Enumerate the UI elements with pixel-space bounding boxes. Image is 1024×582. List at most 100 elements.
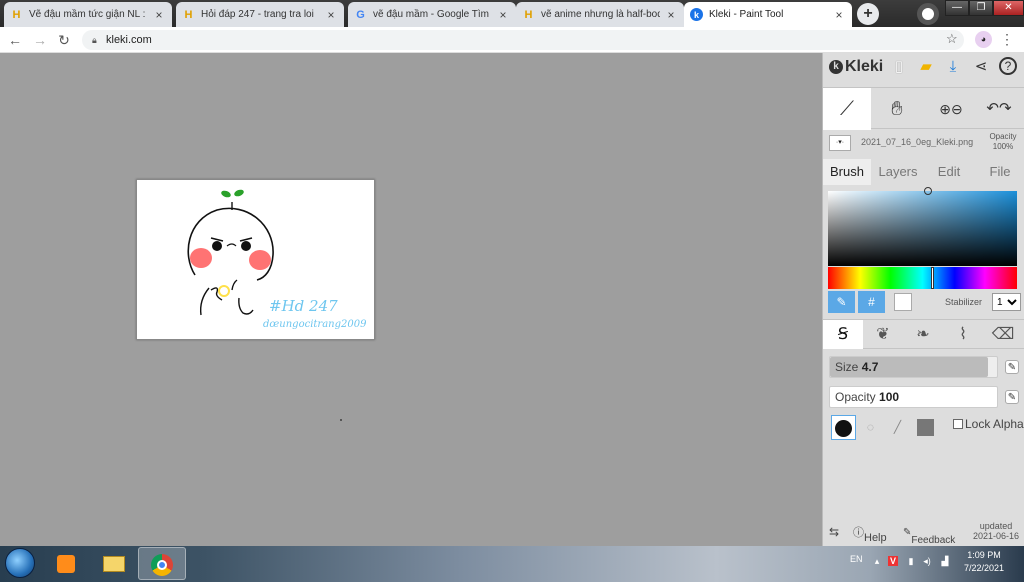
opacity-slider-label: Opacity 100 [835,390,899,404]
clock-time: 1:09 PM [967,550,1001,560]
close-icon[interactable]: × [664,8,678,22]
swap-side-icon[interactable]: ⇆ [829,525,839,539]
language-indicator[interactable]: EN [850,554,863,564]
hand-tool-icon[interactable]: ✋︎ [873,88,921,130]
close-icon[interactable]: × [152,8,166,22]
hue-slider-handle[interactable] [931,267,934,289]
start-button[interactable] [5,548,35,578]
lock-icon[interactable]: 🔒︎ [92,32,97,48]
opacity-value: 100% [992,142,1014,151]
close-icon[interactable]: × [324,8,338,22]
canvas-workspace[interactable]: #Hd 247 dœungocitrang2009 [0,53,822,546]
lock-alpha-checkbox[interactable] [953,419,963,429]
tab-title: Vẽ đậu mầm tức giận NL : Trí t [29,9,148,20]
size-label-text: Size [835,360,859,374]
file-explorer-icon[interactable] [90,547,138,580]
reload-button[interactable]: ↻ [55,31,73,49]
url-input[interactable]: kleki.com [82,30,964,50]
opacity-slider[interactable]: Opacity 100 [829,386,998,408]
new-file-icon[interactable]: ▯ [889,57,909,77]
secondary-color-swatch[interactable] [894,293,912,311]
eyedropper-icon[interactable]: ✎ [828,291,855,313]
blend-brush-icon[interactable]: ❦ [863,320,903,349]
browser-tab[interactable]: H Vẽ đậu mầm tức giận NL : Trí t × [4,2,172,27]
tool-row: ⟋ ✋︎ ⊕⊖ ↶↷ [823,87,1024,130]
help-link-text: Help [864,532,887,544]
hoidap-icon: H [184,8,193,21]
hue-slider[interactable] [828,267,1017,289]
brush-tool-icon[interactable]: ⟋ [823,88,871,130]
browser-tab-strip: H Vẽ đậu mầm tức giận NL : Trí t × H Hỏi… [0,0,1024,27]
drawing-canvas[interactable]: #Hd 247 dœungocitrang2009 [136,179,375,340]
sketchy-brush-icon[interactable]: ❧ [903,320,943,349]
maximize-button[interactable]: ❐ [969,0,993,16]
browser-tab[interactable]: H Hỏi đáp 247 - trang tra loi × [176,2,344,27]
volume-icon[interactable]: ◂) [922,556,932,566]
smooth-brush-icon[interactable]: ⌇ [943,320,983,349]
hex-input-button[interactable]: # [858,291,885,313]
open-folder-icon[interactable]: ▰ [916,57,936,77]
soft-shape-icon[interactable]: ◌ [858,415,883,440]
help-icon[interactable]: ? [999,57,1017,75]
close-icon[interactable]: × [832,8,846,22]
antivirus-icon[interactable]: V [888,556,898,566]
forward-button[interactable]: → [31,31,49,49]
back-button[interactable]: ← [6,31,24,49]
chalk-shape-icon[interactable]: ╱ [885,415,910,440]
pen-brush-icon[interactable]: Ꞩ [823,320,863,349]
browser-tab[interactable]: G vẽ đậu mầm - Google Tìm kiế × [348,2,516,27]
tab-title: Hỏi đáp 247 - trang tra loi [201,9,314,20]
show-hidden-icons[interactable]: ▴ [872,556,882,566]
opacity-slider-value: 100 [879,390,900,404]
system-tray: EN ▴ V ▮ ◂) ▟ 1:09 PM 7/22/2021 [846,546,1024,582]
new-tab-button[interactable]: + [857,3,879,25]
kleki-side-panel: k Kleki ▯ ▰ ⤓ ⋖ ? ⟋ ✋︎ ⊕⊖ ↶↷ ·▾· 2021_07… [822,53,1024,546]
file-name: 2021_07_16_0eg_Kleki.png [861,137,974,147]
bookmark-star-icon[interactable]: ☆ [946,31,958,47]
minimize-button[interactable]: — [945,0,969,16]
eraser-icon[interactable]: ⌫ [983,320,1023,349]
opacity-pressure-icon[interactable]: ✎ [1005,390,1019,404]
tab-edit[interactable]: Edit [924,159,974,185]
browser-tab[interactable]: H vẽ anime nhưng là half-body t × [516,2,684,27]
opacity-label: Opacity [989,132,1017,141]
battery-icon[interactable]: ▮ [906,556,916,566]
hoidap-icon: H [12,8,21,21]
windows-taskbar: EN ▴ V ▮ ◂) ▟ 1:09 PM 7/22/2021 [0,546,1024,582]
clock[interactable]: 1:09 PM 7/22/2021 [964,549,1004,575]
tab-layers[interactable]: Layers [873,159,923,185]
opacity-slider-label-text: Opacity [835,390,876,404]
panel-tabs: Brush Layers Edit File [823,159,1024,185]
browser-menu-icon[interactable]: ⋮ [1000,31,1014,47]
media-player-icon[interactable] [42,547,90,580]
round-shape-icon[interactable] [831,415,856,440]
layer-thumbnail[interactable]: ·▾· [829,135,851,151]
close-icon[interactable]: × [496,8,510,22]
lock-alpha-toggle[interactable]: Lock Alpha [953,417,1024,431]
download-icon[interactable]: ⤓ [943,57,963,77]
tab-title: vẽ đậu mầm - Google Tìm kiế [373,9,492,20]
extension-icon[interactable]: ◕ [975,31,992,48]
size-slider[interactable]: Size 4.7 [829,356,998,378]
square-shape-icon[interactable] [913,415,938,440]
tab-file[interactable]: File [975,159,1024,185]
zoom-icon[interactable]: ⊕⊖ [927,88,975,130]
google-icon: G [356,8,365,21]
undo-redo-icon[interactable]: ↶↷ [975,88,1023,130]
stabilizer-select[interactable]: 1 [992,293,1021,311]
browser-tab-active[interactable]: k Kleki - Paint Tool × [684,2,852,27]
updated-label: updated [979,521,1013,531]
share-icon[interactable]: ⋖ [971,57,991,77]
color-picker-field[interactable] [828,187,1017,266]
profile-icon[interactable] [917,3,939,25]
window-close-button[interactable]: ✕ [993,0,1024,16]
kleki-logo[interactable]: k Kleki [829,58,883,76]
color-picker-handle[interactable] [924,187,932,195]
size-pressure-icon[interactable]: ✎ [1005,360,1019,374]
network-icon[interactable]: ▟ [940,556,950,566]
chrome-icon[interactable] [138,547,186,580]
feedback-link[interactable]: ✎ Feedback [903,527,955,546]
help-link[interactable]: ⓘ Help [853,524,887,544]
brush-type-row: Ꞩ ❦ ❧ ⌇ ⌫ [823,319,1024,349]
tab-brush[interactable]: Brush [823,159,871,185]
